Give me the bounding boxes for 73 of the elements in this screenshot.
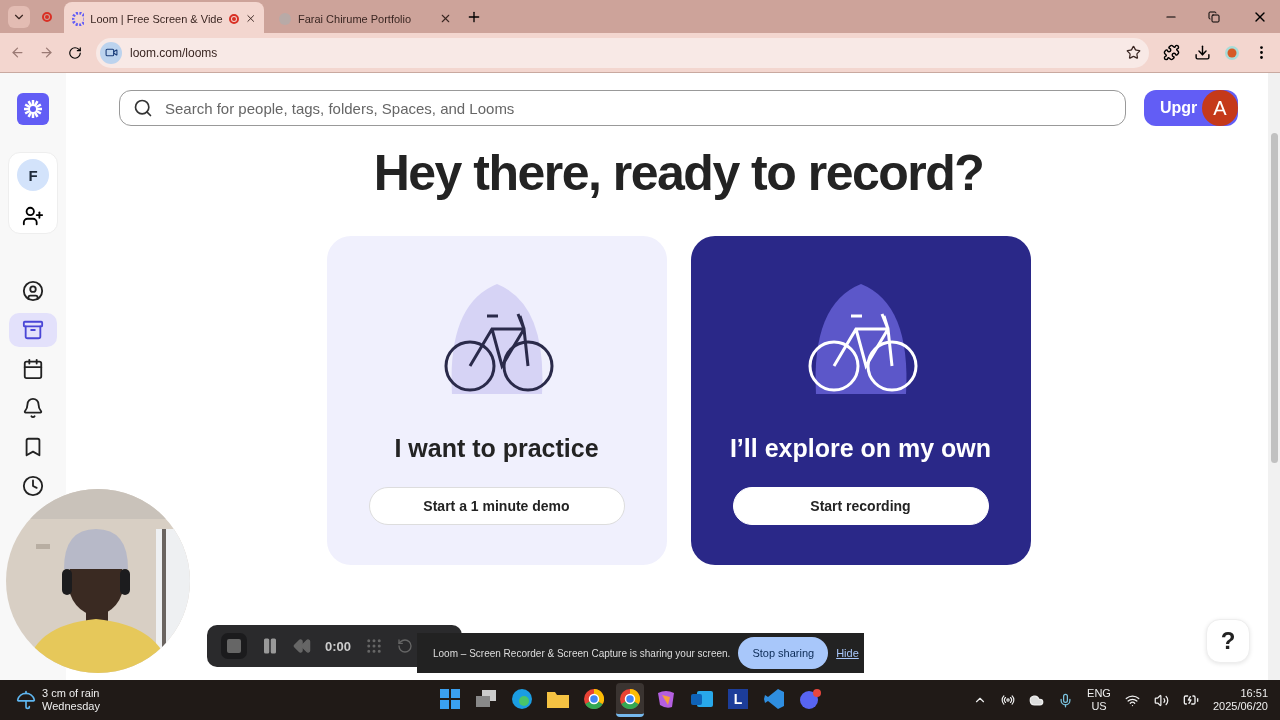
card-button[interactable]: Start recording	[732, 487, 989, 525]
dots-grid-icon[interactable]	[365, 637, 384, 655]
flower-icon	[72, 11, 85, 26]
recording-time: 0:00	[325, 638, 352, 654]
stacked-windows-icon	[476, 689, 496, 708]
reload-icon[interactable]	[68, 45, 82, 60]
chat-app-icon	[799, 688, 821, 709]
page-heading: Hey there, ready to record?	[373, 144, 984, 202]
clock-date[interactable]: 2025/06/20	[1212, 700, 1268, 713]
card-title: I want to practice	[394, 434, 599, 463]
extensions-icon[interactable]	[1163, 44, 1180, 61]
umbrella-icon	[16, 690, 36, 710]
mail-icon	[691, 688, 713, 709]
scrollbar[interactable]	[1268, 73, 1280, 680]
browser-tab[interactable]: Farai Chirume Portfolio	[270, 2, 460, 35]
language-indicator[interactable]: ENG US	[1087, 687, 1111, 713]
calendar-icon	[22, 358, 44, 380]
code-editor-icon	[764, 688, 784, 709]
stop-button[interactable]	[221, 633, 247, 659]
sharing-message: Loom – Screen Recorder & Screen Capture is sharing your screen.	[433, 647, 731, 659]
search-field[interactable]: Search for people, tags, folders, Spaces, and Looms	[119, 90, 1126, 126]
forward-icon[interactable]	[39, 45, 54, 60]
stop-sharing-button[interactable]: Stop sharing	[738, 637, 829, 669]
pause-icon[interactable]	[261, 637, 279, 655]
help-button[interactable]: ?	[1206, 619, 1250, 663]
cloud-icon[interactable]	[1029, 692, 1045, 708]
wifi-icon[interactable]	[1124, 692, 1140, 708]
rewind-icon[interactable]	[293, 637, 311, 655]
bell-icon	[22, 397, 44, 419]
battery-icon[interactable]	[1182, 692, 1199, 708]
download-icon[interactable]	[1194, 44, 1211, 61]
back-icon[interactable]	[10, 45, 25, 60]
microphone-icon[interactable]	[1058, 692, 1074, 708]
search-icon	[133, 98, 153, 118]
library-icon	[22, 319, 44, 341]
logo-icon[interactable]	[17, 93, 49, 125]
camera-icon	[104, 46, 118, 59]
taskbar-app[interactable]: L	[724, 683, 752, 717]
folder-icon	[547, 689, 569, 708]
card-button[interactable]: Start a 1 minute demo	[368, 487, 625, 525]
add-user-icon[interactable]	[22, 205, 44, 227]
broadcast-icon[interactable]	[1001, 693, 1016, 707]
workspace-avatar[interactable]: F	[17, 159, 49, 191]
weather-day[interactable]: Wednesday	[42, 700, 100, 713]
close-icon[interactable]	[244, 12, 256, 25]
speaker-icon[interactable]	[1153, 692, 1169, 708]
user-avatar[interactable]: A	[1202, 90, 1238, 126]
clock-icon	[22, 475, 44, 497]
upgrade-button[interactable]: Upgr A	[1144, 90, 1238, 126]
sidebar-item[interactable]	[9, 313, 57, 347]
browser-icon	[620, 688, 640, 709]
browser-icon	[584, 688, 604, 709]
taskbar-app[interactable]	[616, 683, 644, 717]
windows-logo-icon	[440, 688, 460, 709]
restart-icon[interactable]	[397, 638, 414, 654]
ribbon-icon	[656, 688, 676, 709]
tab-list-button[interactable]	[8, 5, 30, 28]
weather-text[interactable]: 3 cm of rain	[42, 687, 100, 700]
address-text[interactable]: loom.com/looms	[130, 45, 218, 60]
profile-icon	[22, 280, 44, 302]
letter-app-icon: L	[728, 688, 748, 709]
restore-icon[interactable]	[1208, 10, 1220, 23]
hide-link[interactable]: Hide	[836, 647, 859, 659]
option-card[interactable]: I’ll explore on my own Start recording	[690, 236, 1031, 565]
site-info-button[interactable]	[100, 41, 122, 64]
profile-avatar-icon[interactable]	[1225, 45, 1239, 60]
option-card[interactable]: I want to practice Start a 1 minute demo	[326, 236, 667, 565]
close-icon[interactable]	[439, 12, 452, 25]
clock-time[interactable]: 16:51	[1240, 687, 1268, 700]
browser-tab[interactable]: Loom | Free Screen & Vide	[64, 2, 264, 35]
swirl-icon	[512, 688, 532, 709]
card-title: I’ll explore on my own	[729, 434, 992, 463]
star-icon[interactable]	[1126, 45, 1141, 60]
